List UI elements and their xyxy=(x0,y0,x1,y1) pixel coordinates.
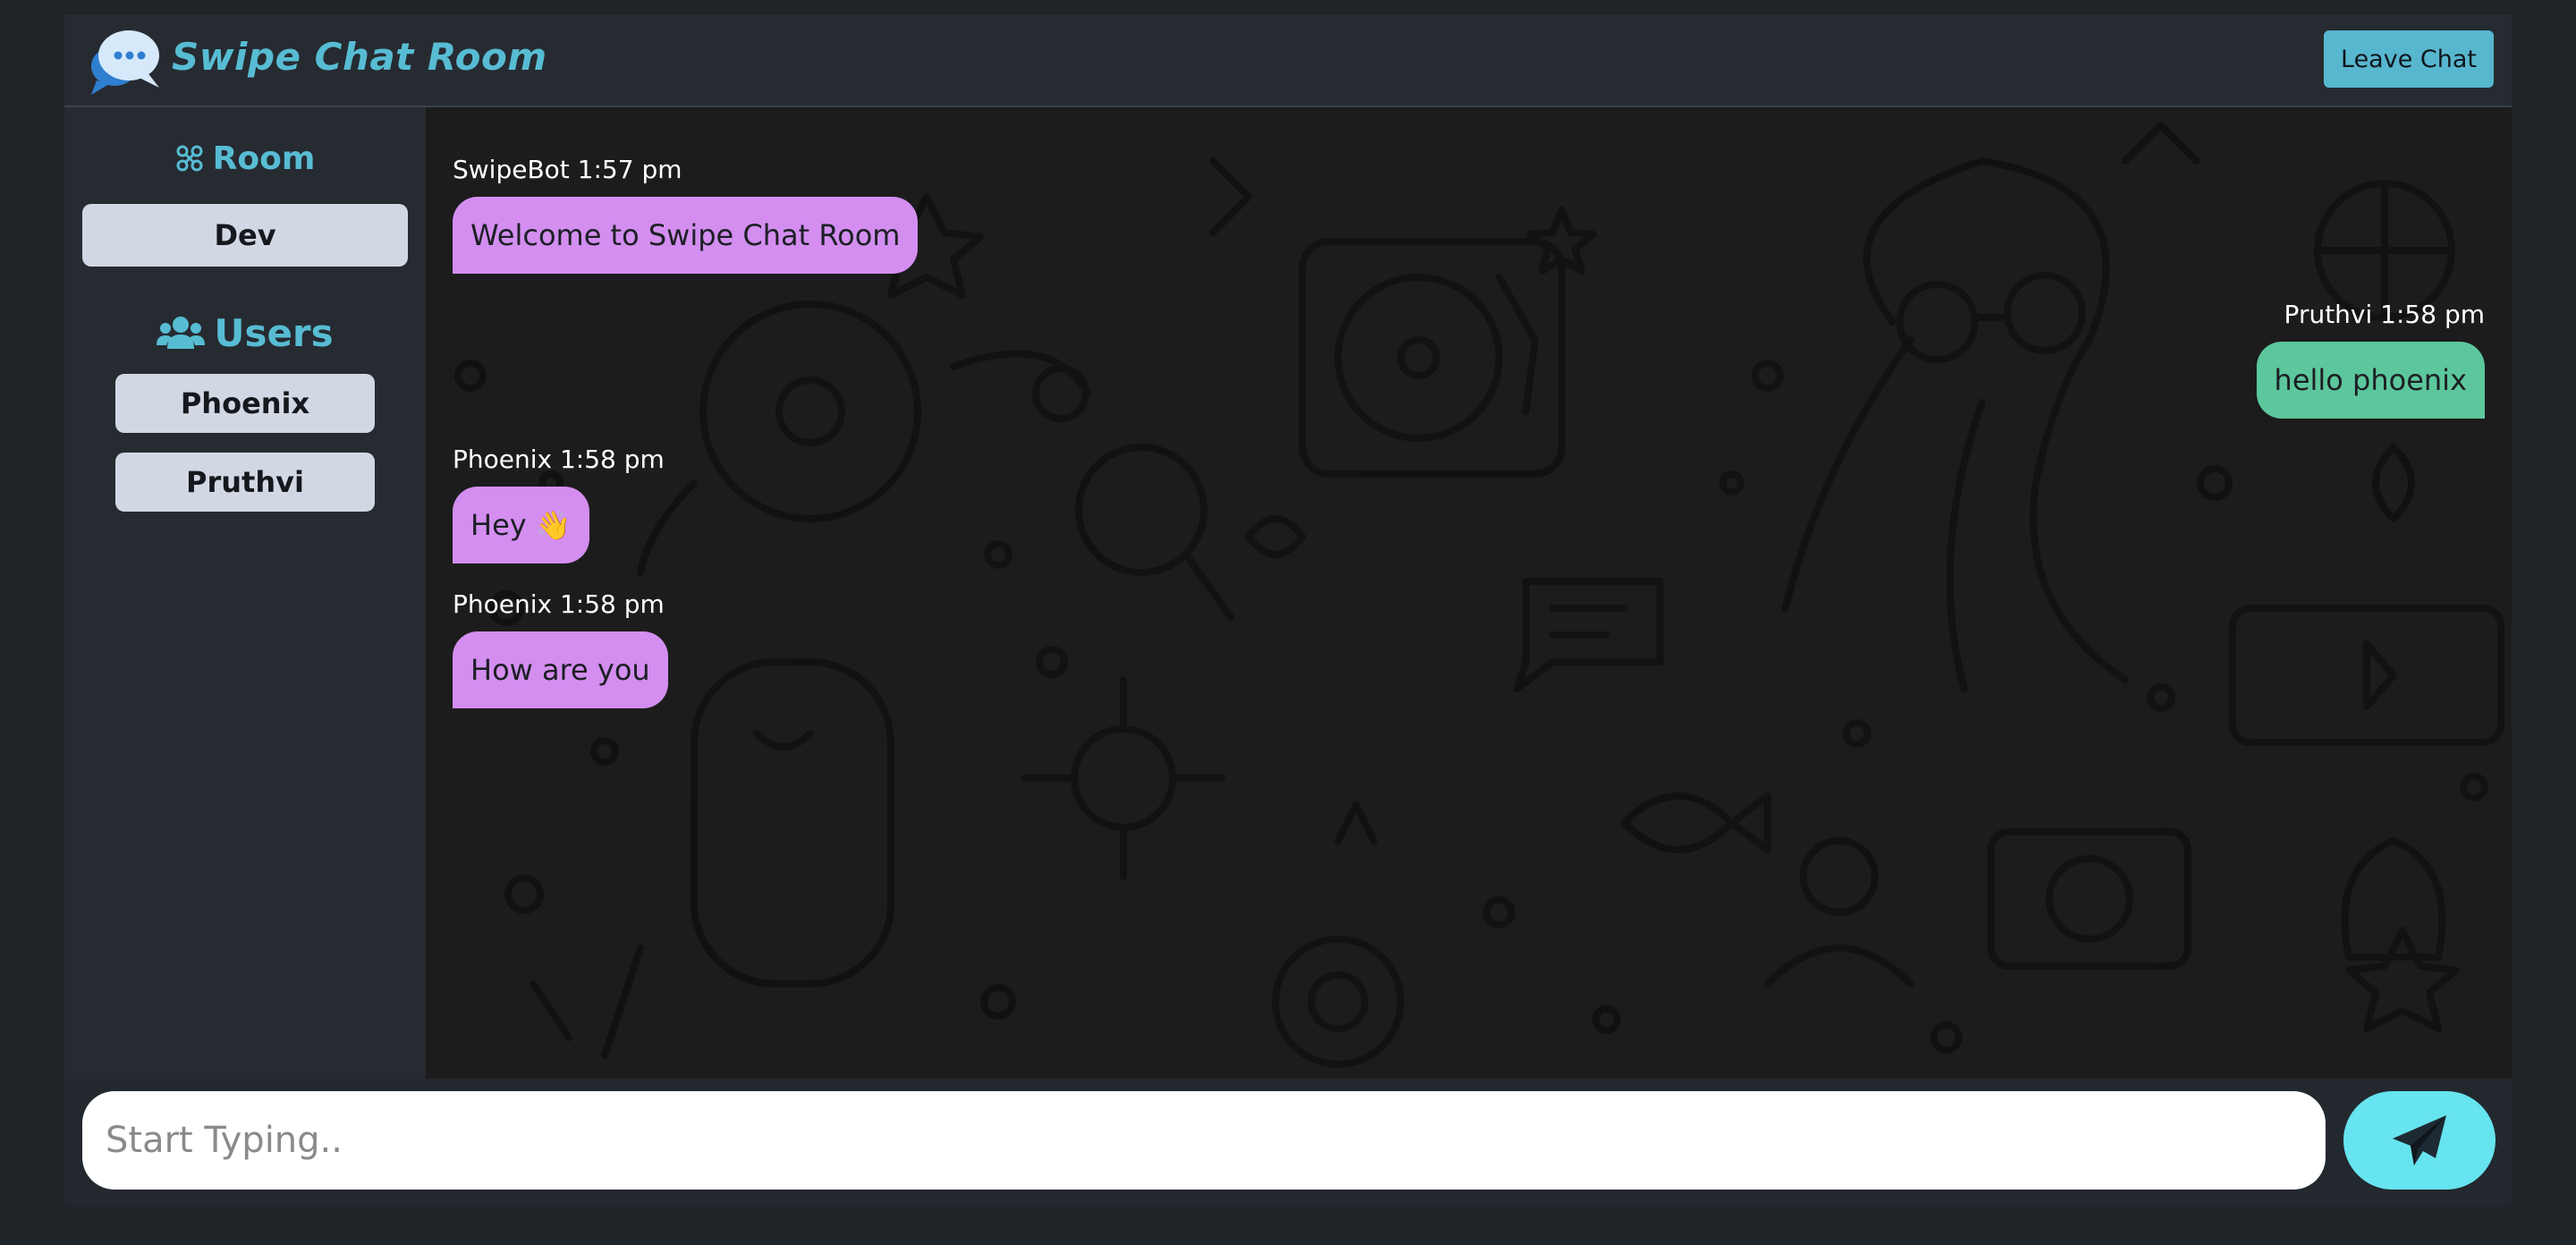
users-heading: Users xyxy=(64,306,426,360)
user-item-phoenix: Phoenix xyxy=(115,374,375,433)
message-bubble-outgoing: hello phoenix xyxy=(2256,342,2485,419)
message-area[interactable]: SwipeBot 1:57 pm Welcome to Swipe Chat R… xyxy=(426,107,2512,1079)
users-heading-label: Users xyxy=(214,310,334,355)
message-meta: Pruthvi 1:58 pm xyxy=(2284,300,2485,329)
users-icon xyxy=(157,317,206,349)
room-name: Dev xyxy=(82,204,408,267)
message-meta: SwipeBot 1:57 pm xyxy=(453,155,682,184)
room-icon xyxy=(176,145,203,172)
header-bar: Swipe Chat Room Leave Chat xyxy=(64,14,2512,107)
message-bubble-incoming: How are you xyxy=(453,631,668,708)
message-input[interactable] xyxy=(82,1091,2326,1190)
message-bubble-incoming: Welcome to Swipe Chat Room xyxy=(453,197,919,274)
message-meta: Phoenix 1:58 pm xyxy=(453,589,665,619)
room-heading: Room xyxy=(64,136,426,181)
message-bubble-incoming: Hey 👋 xyxy=(453,487,589,563)
sidebar: Room Dev Users Phoenix Pruthvi xyxy=(64,107,426,1079)
send-button[interactable] xyxy=(2343,1091,2496,1190)
paper-plane-icon xyxy=(2393,1115,2446,1165)
leave-chat-button[interactable]: Leave Chat xyxy=(2324,30,2494,88)
chat-window: Swipe Chat Room Leave Chat Room Dev User… xyxy=(64,14,2512,1206)
message-meta: Phoenix 1:58 pm xyxy=(453,445,665,474)
app-title: Swipe Chat Room xyxy=(172,35,547,79)
room-heading-label: Room xyxy=(212,140,316,177)
chat-bubbles-icon xyxy=(91,30,159,95)
user-item-pruthvi: Pruthvi xyxy=(115,453,375,512)
